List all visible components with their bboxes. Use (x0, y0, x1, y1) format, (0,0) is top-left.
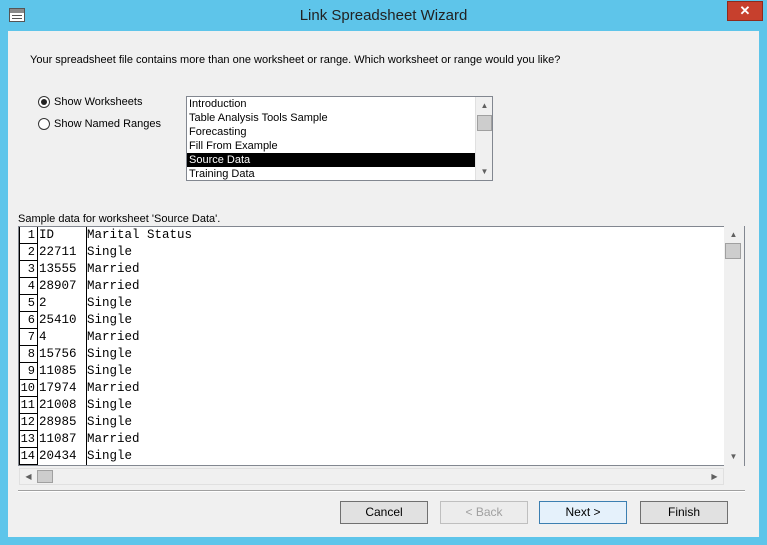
table-row: 3 13555 Married (19, 261, 725, 278)
wizard-body: Your spreadsheet file contains more than… (8, 31, 759, 537)
row-number: 13 (19, 431, 38, 448)
cell-id: 15756 (39, 347, 77, 361)
list-item-selected[interactable]: Source Data (187, 153, 492, 167)
cell-id: 11085 (39, 364, 77, 378)
close-button[interactable]: ✕ (727, 1, 763, 21)
cancel-button[interactable]: Cancel (340, 501, 428, 524)
table-row: 6 25410 Single (19, 312, 725, 329)
radio-label: Show Worksheets (54, 96, 143, 108)
cell-marital-status: Married (87, 330, 140, 344)
table-row: 9 11085 Single (19, 363, 725, 380)
title-bar: Link Spreadsheet Wizard ✕ (0, 0, 767, 31)
table-row: 12 28985 Single (19, 414, 725, 431)
listbox-scrollbar[interactable]: ▲ ▼ (475, 97, 492, 180)
cell-marital-status: Married (87, 381, 140, 395)
worksheet-listbox[interactable]: Introduction Table Analysis Tools Sample… (186, 96, 493, 181)
cell-marital-status: Single (87, 449, 133, 463)
radio-show-worksheets[interactable]: Show Worksheets (38, 96, 142, 108)
scroll-up-icon[interactable]: ▲ (476, 97, 492, 114)
sample-data-label: Sample data for worksheet 'Source Data'. (18, 213, 221, 225)
list-item[interactable]: Fill From Example (187, 139, 492, 153)
row-number: 1 (19, 227, 38, 244)
separator (18, 490, 745, 492)
cell-id: 11087 (39, 432, 77, 446)
row-number: 6 (19, 312, 38, 329)
row-number: 8 (19, 346, 38, 363)
table-row: 4 28907 Married (19, 278, 725, 295)
scroll-down-icon[interactable]: ▼ (476, 163, 492, 180)
cell-id: 25410 (39, 313, 77, 327)
cell-id: 21008 (39, 398, 77, 412)
cell-id: 13555 (39, 262, 77, 276)
instruction-text: Your spreadsheet file contains more than… (30, 54, 561, 66)
sample-data-grid[interactable]: 1 ID Marital Status 2 22711 Single 3 13555 Marri… (18, 226, 745, 466)
back-button[interactable]: < Back (440, 501, 528, 524)
radio-show-named-ranges[interactable]: Show Named Ranges (38, 118, 161, 130)
cell-id: 2 (39, 296, 47, 310)
table-row: 5 2 Single (19, 295, 725, 312)
radio-selected-icon[interactable] (38, 96, 50, 108)
table-row: 14 20434 Single (19, 448, 725, 465)
grid-horizontal-scrollbar[interactable]: ◀ ▶ (19, 468, 724, 485)
table-row: 8 15756 Single (19, 346, 725, 363)
table-row: 11 21008 Single (19, 397, 725, 414)
scroll-up-icon[interactable]: ▲ (725, 226, 742, 243)
row-number: 2 (19, 244, 38, 261)
row-number: 12 (19, 414, 38, 431)
cell-id: ID (39, 228, 55, 242)
cell-marital-status: Single (87, 364, 133, 378)
cell-marital-status: Marital Status (87, 228, 193, 242)
cell-marital-status: Single (87, 347, 133, 361)
grid-vertical-scrollbar[interactable]: ▲ ▼ (724, 226, 744, 466)
table-row: 2 22711 Single (19, 244, 725, 261)
cell-marital-status: Married (87, 279, 140, 293)
row-number: 5 (19, 295, 38, 312)
scroll-thumb[interactable] (37, 470, 53, 483)
table-row: 1 ID Marital Status (19, 227, 725, 244)
list-item[interactable]: Training Data (187, 167, 492, 180)
cell-id: 28985 (39, 415, 77, 429)
cell-marital-status: Single (87, 313, 133, 327)
scroll-right-icon[interactable]: ▶ (706, 468, 723, 485)
table-row: 13 11087 Married (19, 431, 725, 448)
cell-marital-status: Married (87, 432, 140, 446)
finish-button[interactable]: Finish (640, 501, 728, 524)
table-row: 10 17974 Married (19, 380, 725, 397)
cell-id: 28907 (39, 279, 77, 293)
row-number: 4 (19, 278, 38, 295)
scroll-left-icon[interactable]: ◀ (20, 468, 37, 485)
row-number: 9 (19, 363, 38, 380)
cell-id: 17974 (39, 381, 77, 395)
list-item[interactable]: Forecasting (187, 125, 492, 139)
radio-label: Show Named Ranges (54, 118, 162, 130)
list-item[interactable]: Table Analysis Tools Sample (187, 111, 492, 125)
cell-marital-status: Single (87, 245, 133, 259)
row-number: 10 (19, 380, 38, 397)
cell-marital-status: Single (87, 296, 133, 310)
wizard-window: Link Spreadsheet Wizard ✕ Your spreadshe… (0, 0, 767, 545)
cell-marital-status: Married (87, 262, 140, 276)
window-title: Link Spreadsheet Wizard (299, 7, 468, 24)
scroll-thumb[interactable] (477, 115, 492, 131)
row-number: 14 (19, 448, 38, 465)
cell-id: 22711 (39, 245, 77, 259)
cell-id: 4 (39, 330, 47, 344)
list-item[interactable]: Introduction (187, 97, 492, 111)
row-number: 7 (19, 329, 38, 346)
table-row: 7 4 Married (19, 329, 725, 346)
scroll-down-icon[interactable]: ▼ (725, 448, 742, 465)
row-number: 11 (19, 397, 38, 414)
next-button[interactable]: Next > (539, 501, 627, 524)
cell-marital-status: Single (87, 398, 133, 412)
scroll-thumb[interactable] (725, 243, 741, 259)
cell-marital-status: Single (87, 415, 133, 429)
radio-unselected-icon[interactable] (38, 118, 50, 130)
row-number: 3 (19, 261, 38, 278)
cell-id: 20434 (39, 449, 77, 463)
